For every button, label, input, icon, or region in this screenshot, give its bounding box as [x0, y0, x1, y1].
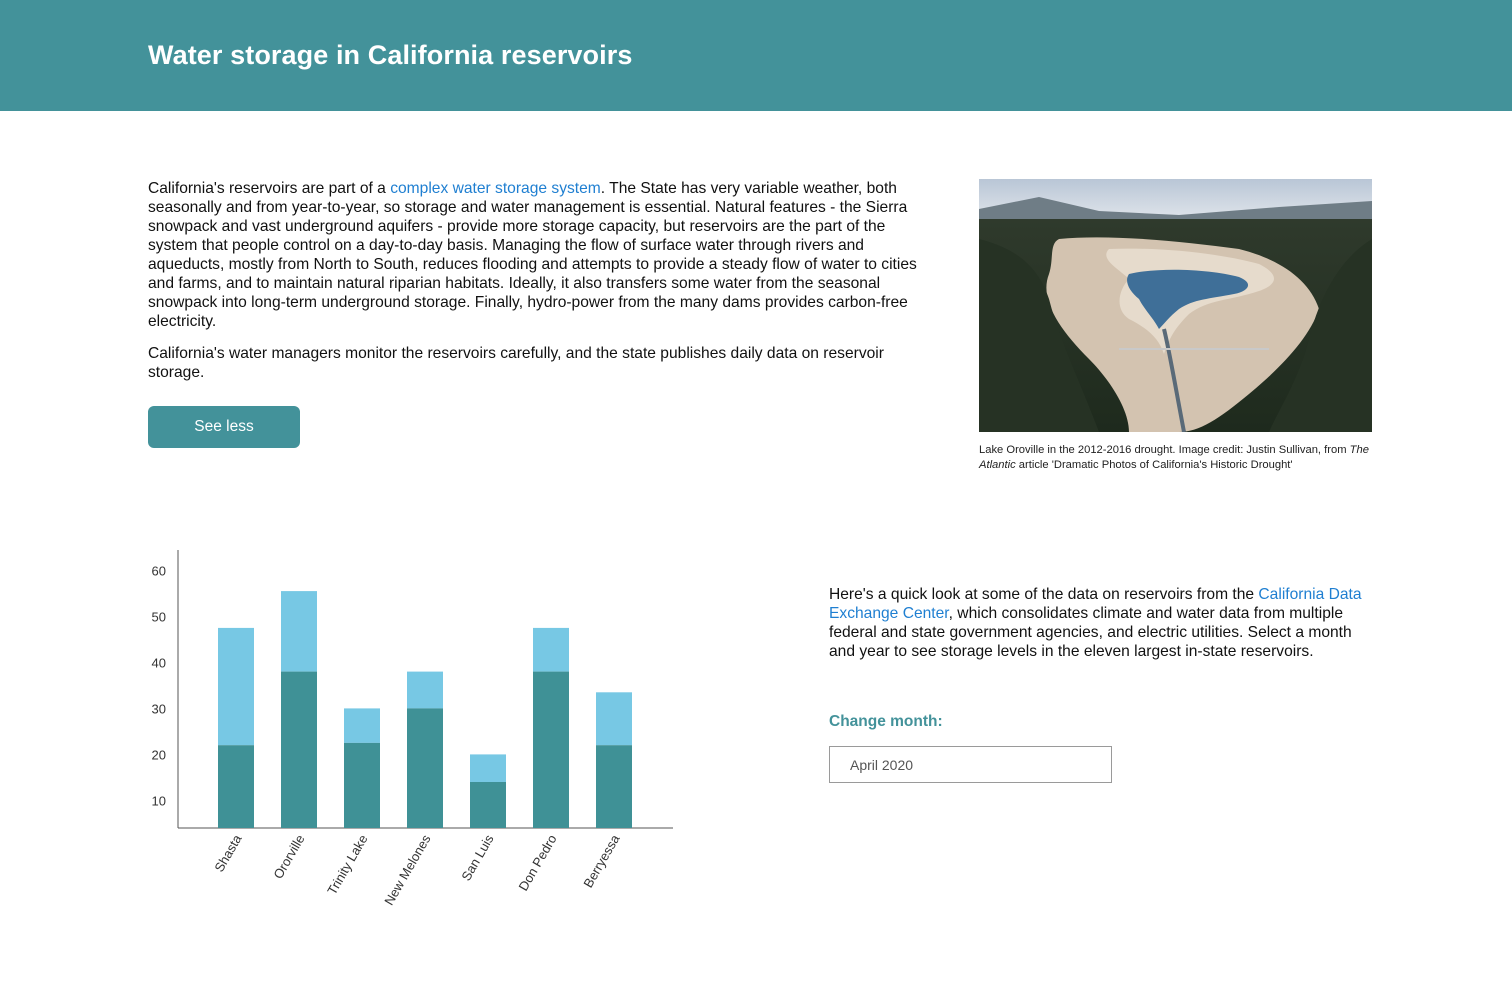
- bar-segment-dark: [470, 782, 506, 828]
- see-less-button[interactable]: See less: [148, 406, 300, 448]
- lake-oroville-photo: [979, 179, 1372, 432]
- data-description-paragraph: Here's a quick look at some of the data …: [829, 585, 1374, 661]
- bar-segment-dark: [218, 745, 254, 828]
- y-tick-label: 30: [152, 701, 166, 716]
- x-tick-label: Trinity Lake: [324, 832, 370, 897]
- bar-segment-light: [281, 591, 317, 672]
- x-tick-label: Berryessa: [580, 831, 623, 890]
- x-tick-label: San Luis: [458, 832, 497, 884]
- water-storage-system-link[interactable]: complex water storage system: [390, 180, 601, 197]
- bar-segment-dark: [281, 671, 317, 828]
- bar-segment-light: [596, 692, 632, 746]
- bar-segment-dark: [596, 745, 632, 828]
- photo-caption: Lake Oroville in the 2012-2016 drought. …: [979, 443, 1374, 473]
- intro-text-start: California's reservoirs are part of a: [148, 180, 391, 197]
- data-description: Here's a quick look at some of the data …: [829, 585, 1374, 661]
- bar-segment-light: [470, 754, 506, 782]
- page-title: Water storage in California reservoirs: [148, 40, 633, 70]
- bar-segment-dark: [407, 708, 443, 828]
- bar-segment-dark: [533, 671, 569, 828]
- page-header: Water storage in California reservoirs: [0, 0, 1512, 111]
- bar-segment-light: [218, 627, 254, 746]
- caption-text-end: article 'Dramatic Photos of California's…: [1015, 459, 1293, 471]
- info-text-start: Here's a quick look at some of the data …: [829, 586, 1259, 603]
- intro-paragraph-1: California's reservoirs are part of a co…: [148, 179, 938, 331]
- bar-segment-dark: [344, 742, 380, 828]
- y-tick-label: 60: [152, 563, 166, 578]
- y-tick-label: 20: [152, 747, 166, 762]
- y-tick-label: 40: [152, 655, 166, 670]
- bar-segment-light: [407, 671, 443, 709]
- caption-text-start: Lake Oroville in the 2012-2016 drought. …: [979, 444, 1350, 456]
- month-select[interactable]: April 2020: [829, 746, 1112, 783]
- bar-segment-light: [344, 708, 380, 743]
- y-tick-label: 50: [152, 609, 166, 624]
- y-tick-label: 10: [152, 793, 166, 808]
- x-tick-label: New Melones: [381, 832, 434, 908]
- intro-text: California's reservoirs are part of a co…: [148, 179, 938, 395]
- x-tick-label: Shasta: [211, 831, 245, 874]
- intro-paragraph-2: California's water managers monitor the …: [148, 345, 884, 381]
- intro-text-end: . The State has very variable weather, b…: [148, 180, 917, 330]
- reservoir-storage-chart: 10 20 30 40 50 60 Shasta Ororville Trinity Lake N…: [140, 545, 700, 945]
- bar-chart-svg: 10 20 30 40 50 60 Shasta Ororville Trinity Lake N…: [152, 550, 673, 908]
- x-tick-label: Ororville: [270, 832, 307, 881]
- bar-segment-light: [533, 627, 569, 672]
- change-month-label: Change month:: [829, 713, 943, 730]
- x-tick-label: Don Pedro: [516, 832, 560, 893]
